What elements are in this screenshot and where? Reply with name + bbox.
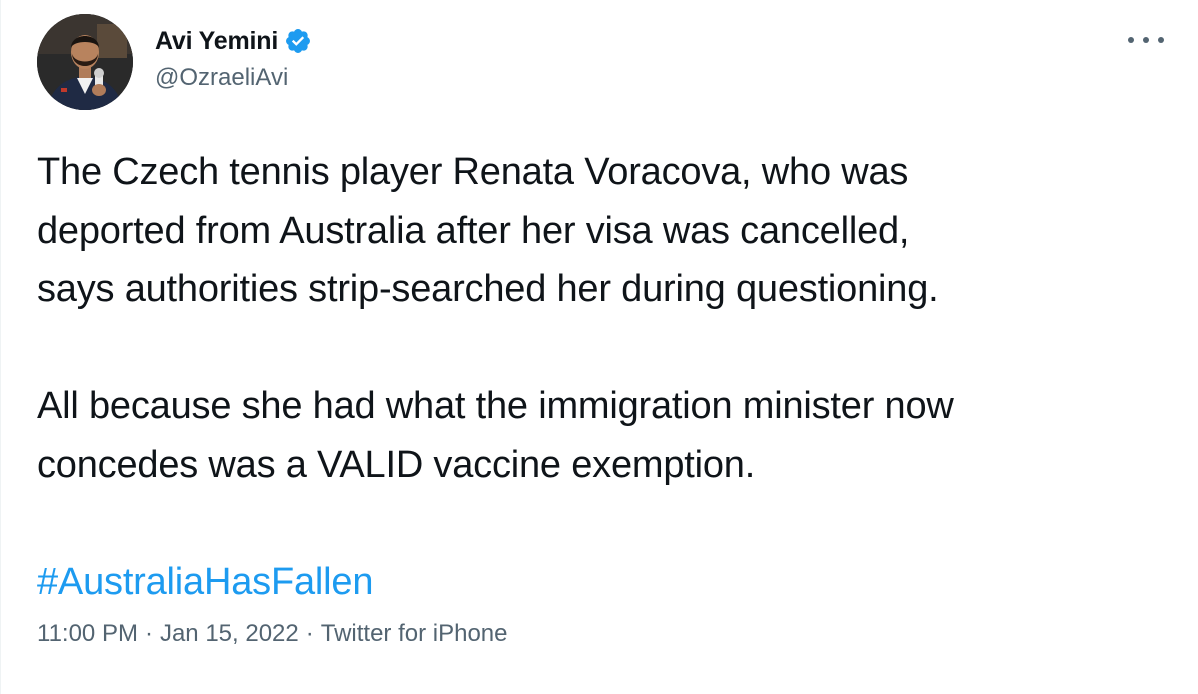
verified-badge-icon [284,27,312,55]
author-display-name[interactable]: Avi Yemini [155,27,278,56]
dot [1143,37,1149,43]
dot [1128,37,1134,43]
tweet-meta: 11:00 PM · Jan 15, 2022 · Twitter for iPhone [37,620,508,648]
tweet-header: Avi Yemini @OzraeliAvi [37,14,312,110]
dot [1158,37,1164,43]
meta-separator: · [144,620,153,647]
tweet-time[interactable]: 11:00 PM [37,620,138,647]
tweet-line: The Czech tennis player Renata Voracova,… [37,151,909,193]
meta-separator: · [305,620,314,647]
tweet-line: deported from Australia after her visa w… [37,209,910,252]
tweet-line: says authorities strip-searched her duri… [37,268,939,310]
author-names: Avi Yemini @OzraeliAvi [155,24,312,92]
tweet-card: Avi Yemini @OzraeliAvi The Czech tennis … [0,0,1198,694]
hashtag-link[interactable]: #AustraliaHasFallen [37,561,373,603]
more-options-icon[interactable] [1128,28,1164,52]
avatar[interactable] [37,14,133,110]
tweet-line: All because she had what the immigration… [37,385,954,427]
tweet-line: concedes was a VALID vaccine exemption. [37,443,756,486]
tweet-date[interactable]: Jan 15, 2022 [160,620,299,647]
profile-photo [37,14,133,110]
name-row: Avi Yemini [155,24,312,58]
tweet-source[interactable]: Twitter for iPhone [321,620,508,647]
hashtag-line: #AustraliaHasFallen [37,553,1177,612]
author-handle[interactable]: @OzraeliAvi [155,64,312,92]
tweet-text: The Czech tennis player Renata Voracova,… [37,143,1177,611]
